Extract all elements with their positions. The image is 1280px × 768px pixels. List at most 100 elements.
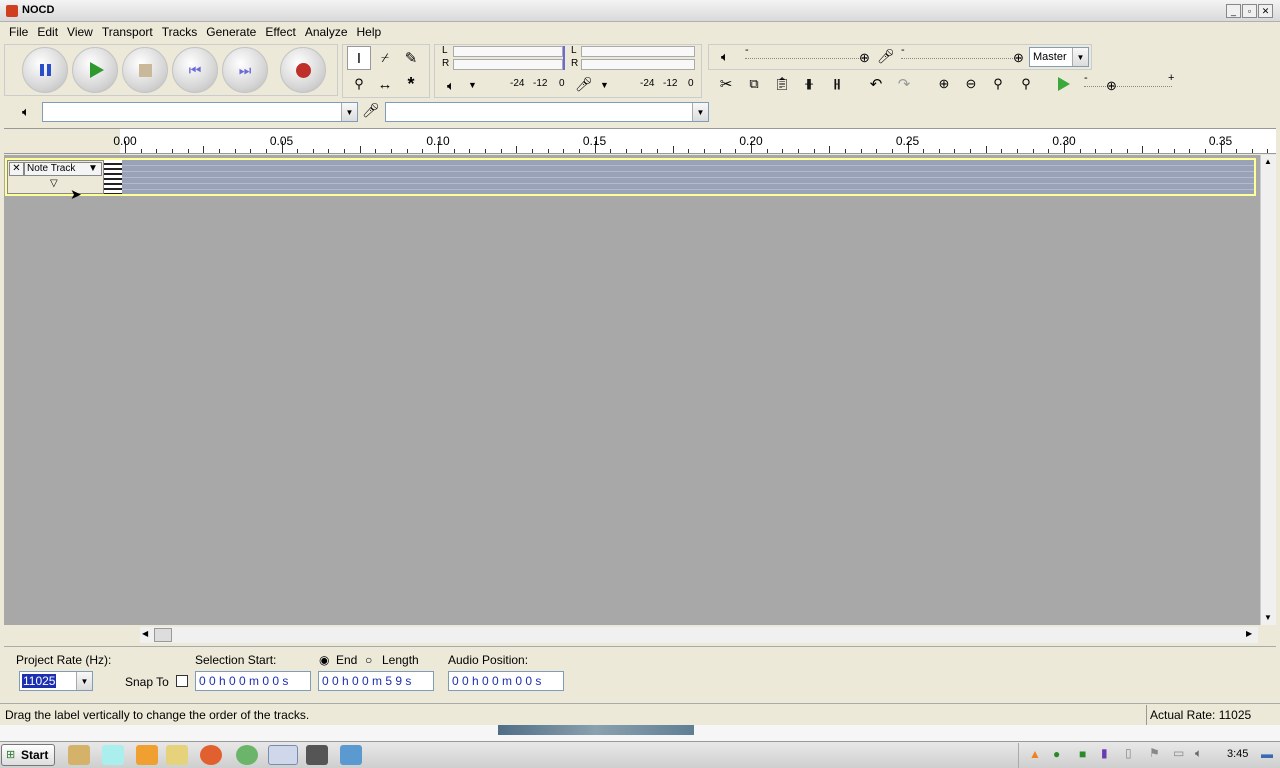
tray-desktop-icon[interactable]: ▬ — [1261, 747, 1273, 761]
actual-rate: Actual Rate: 11025 — [1150, 708, 1252, 722]
menu-analyze[interactable]: Analyze — [305, 25, 348, 39]
draw-tool-button[interactable]: ✎ — [399, 46, 423, 70]
menu-help[interactable]: Help — [357, 25, 382, 39]
redo-button[interactable]: ↷ — [892, 72, 916, 96]
speed-slider-thumb[interactable]: ⊕ — [1106, 78, 1117, 94]
undo-button[interactable]: ↶ — [864, 72, 888, 96]
tray-doc-icon[interactable]: ▯ — [1125, 746, 1132, 760]
tray-clock[interactable]: 3:45 — [1227, 748, 1248, 760]
scroll-right-icon[interactable]: ▶ — [1246, 629, 1252, 638]
menu-view[interactable]: View — [67, 25, 93, 39]
microphone-meter-icon[interactable]: 🎤︎ — [575, 76, 593, 93]
track-collapse-icon[interactable]: ▽ — [50, 178, 58, 189]
menu-tracks[interactable]: Tracks — [162, 25, 198, 39]
horizontal-scroll-thumb[interactable] — [154, 628, 172, 642]
track-control-panel[interactable]: ✕ Note Track ▼ ▽ — [7, 160, 104, 194]
end-radio[interactable]: ◉ — [319, 653, 329, 667]
zoom-tool-button[interactable]: ⚲ — [347, 72, 371, 96]
ruler-minor-tick — [563, 149, 565, 153]
zoom-out-button[interactable]: ⊖ — [959, 72, 983, 96]
paste-button[interactable]: 📋︎ — [770, 72, 794, 96]
selection-tool-button[interactable]: I — [347, 46, 371, 70]
start-button[interactable]: ⊞ Start — [1, 744, 55, 766]
stop-button[interactable] — [122, 47, 168, 93]
input-volume-slider[interactable] — [901, 58, 1021, 59]
taskbar-display-icon[interactable] — [340, 745, 362, 765]
length-radio[interactable]: ○ — [365, 653, 372, 667]
input-source-select[interactable]: Master ▼ — [1029, 47, 1089, 67]
track-area[interactable] — [4, 155, 1262, 625]
close-button[interactable]: ✕ — [1258, 4, 1273, 18]
speaker-meter-icon[interactable]: 🔈︎ — [447, 78, 455, 94]
ruler-minor-tick — [1017, 149, 1019, 153]
note-track-content[interactable] — [104, 160, 1254, 194]
track-menu-button[interactable]: Note Track ▼ — [24, 162, 102, 176]
input-device-select[interactable]: ▼ — [385, 102, 709, 122]
taskbar-vlc-icon[interactable] — [136, 745, 158, 765]
play-at-speed-button[interactable] — [1052, 72, 1076, 96]
output-volume-slider[interactable] — [745, 58, 867, 59]
taskbar-folder-icon[interactable] — [166, 745, 188, 765]
input-slider-thumb[interactable]: ⊕ — [1013, 50, 1024, 66]
skip-to-end-button[interactable]: ⏭ — [222, 47, 268, 93]
tray-network-icon[interactable]: ● — [1053, 747, 1060, 761]
fit-selection-button[interactable]: ⚲ — [986, 72, 1010, 96]
selection-end-time[interactable]: 0 0 h 0 0 m 5 9 s — [318, 671, 434, 691]
play-meter-dropdown-icon[interactable]: ▼ — [468, 80, 477, 90]
menu-transport[interactable]: Transport — [102, 25, 153, 39]
ruler-minor-tick — [312, 149, 314, 153]
horizontal-scrollbar[interactable]: ◀ ▶ — [140, 627, 1258, 643]
record-button[interactable] — [280, 47, 326, 93]
audio-position-label: Audio Position: — [448, 653, 529, 667]
selection-start-time[interactable]: 0 0 h 0 0 m 0 0 s — [195, 671, 311, 691]
taskbar-terminal-icon[interactable] — [306, 745, 328, 765]
rec-meter-dropdown-icon[interactable]: ▼ — [600, 80, 609, 90]
multi-tool-button[interactable]: * — [399, 72, 423, 96]
cut-button[interactable]: ✂ — [714, 72, 738, 96]
tray-speaker-icon[interactable]: 🔈︎ — [1195, 746, 1202, 761]
scroll-left-icon[interactable]: ◀ — [142, 629, 148, 638]
menu-edit[interactable]: Edit — [37, 25, 58, 39]
silence-button[interactable]: ||-|| — [824, 72, 848, 96]
scroll-up-icon[interactable]: ▲ — [1264, 157, 1272, 166]
pause-button[interactable] — [22, 47, 68, 93]
output-device-select[interactable]: ▼ — [42, 102, 358, 122]
taskbar-audacity-icon[interactable] — [268, 745, 298, 765]
timeline-ruler[interactable]: 0.00 0.05 0.10 0.15 0.20 0.25 0.30 0.35 — [4, 128, 1276, 154]
menu-effect[interactable]: Effect — [265, 25, 295, 39]
menu-file[interactable]: File — [9, 25, 28, 39]
play-button[interactable] — [72, 47, 118, 93]
audio-position-time[interactable]: 0 0 h 0 0 m 0 0 s — [448, 671, 564, 691]
ruler-tick-label: 0.05 — [269, 134, 294, 148]
tray-monitor-icon[interactable]: ▭ — [1173, 746, 1184, 760]
zoom-in-button[interactable]: ⊕ — [932, 72, 956, 96]
rec-meter-l-label: L — [571, 45, 577, 56]
tray-flag-icon[interactable]: ⚑ — [1149, 746, 1160, 760]
scroll-down-icon[interactable]: ▼ — [1264, 613, 1272, 622]
minimize-button[interactable]: _ — [1226, 4, 1241, 18]
menu-generate[interactable]: Generate — [206, 25, 256, 39]
taskbar-app-icon[interactable] — [68, 745, 90, 765]
speed-slider[interactable] — [1084, 86, 1172, 87]
snap-to-checkbox[interactable] — [176, 675, 188, 687]
timeshift-tool-button[interactable]: ↔ — [373, 72, 397, 96]
skip-to-start-button[interactable]: ⏮ — [172, 47, 218, 93]
project-rate-select[interactable]: 11025 ▼ — [19, 671, 93, 691]
fit-project-button[interactable]: ⚲ — [1014, 72, 1038, 96]
taskbar-app2-icon[interactable] — [236, 745, 258, 765]
envelope-tool-button[interactable]: ⌿ — [373, 46, 397, 70]
tray-green-icon[interactable]: ■ — [1079, 747, 1086, 761]
trim-button[interactable]: -||||- — [796, 72, 820, 96]
track-close-icon[interactable]: ✕ — [9, 162, 24, 176]
play-at-speed-toolbar: - + ⊕ — [1050, 72, 1180, 98]
play-icon — [1058, 77, 1070, 91]
vertical-scrollbar[interactable]: ▲ ▼ — [1260, 155, 1276, 625]
tray-vlc-icon[interactable]: ▲ — [1029, 747, 1041, 761]
taskbar-notepad-icon[interactable] — [102, 745, 124, 765]
copy-button[interactable]: ⧉ — [742, 72, 766, 96]
output-slider-thumb[interactable]: ⊕ — [859, 50, 870, 66]
undo-icon: ↶ — [869, 76, 883, 93]
taskbar-firefox-icon[interactable] — [200, 745, 222, 765]
restore-button[interactable]: ▫ — [1242, 4, 1257, 18]
tray-mic-icon[interactable]: ▮ — [1101, 746, 1108, 760]
